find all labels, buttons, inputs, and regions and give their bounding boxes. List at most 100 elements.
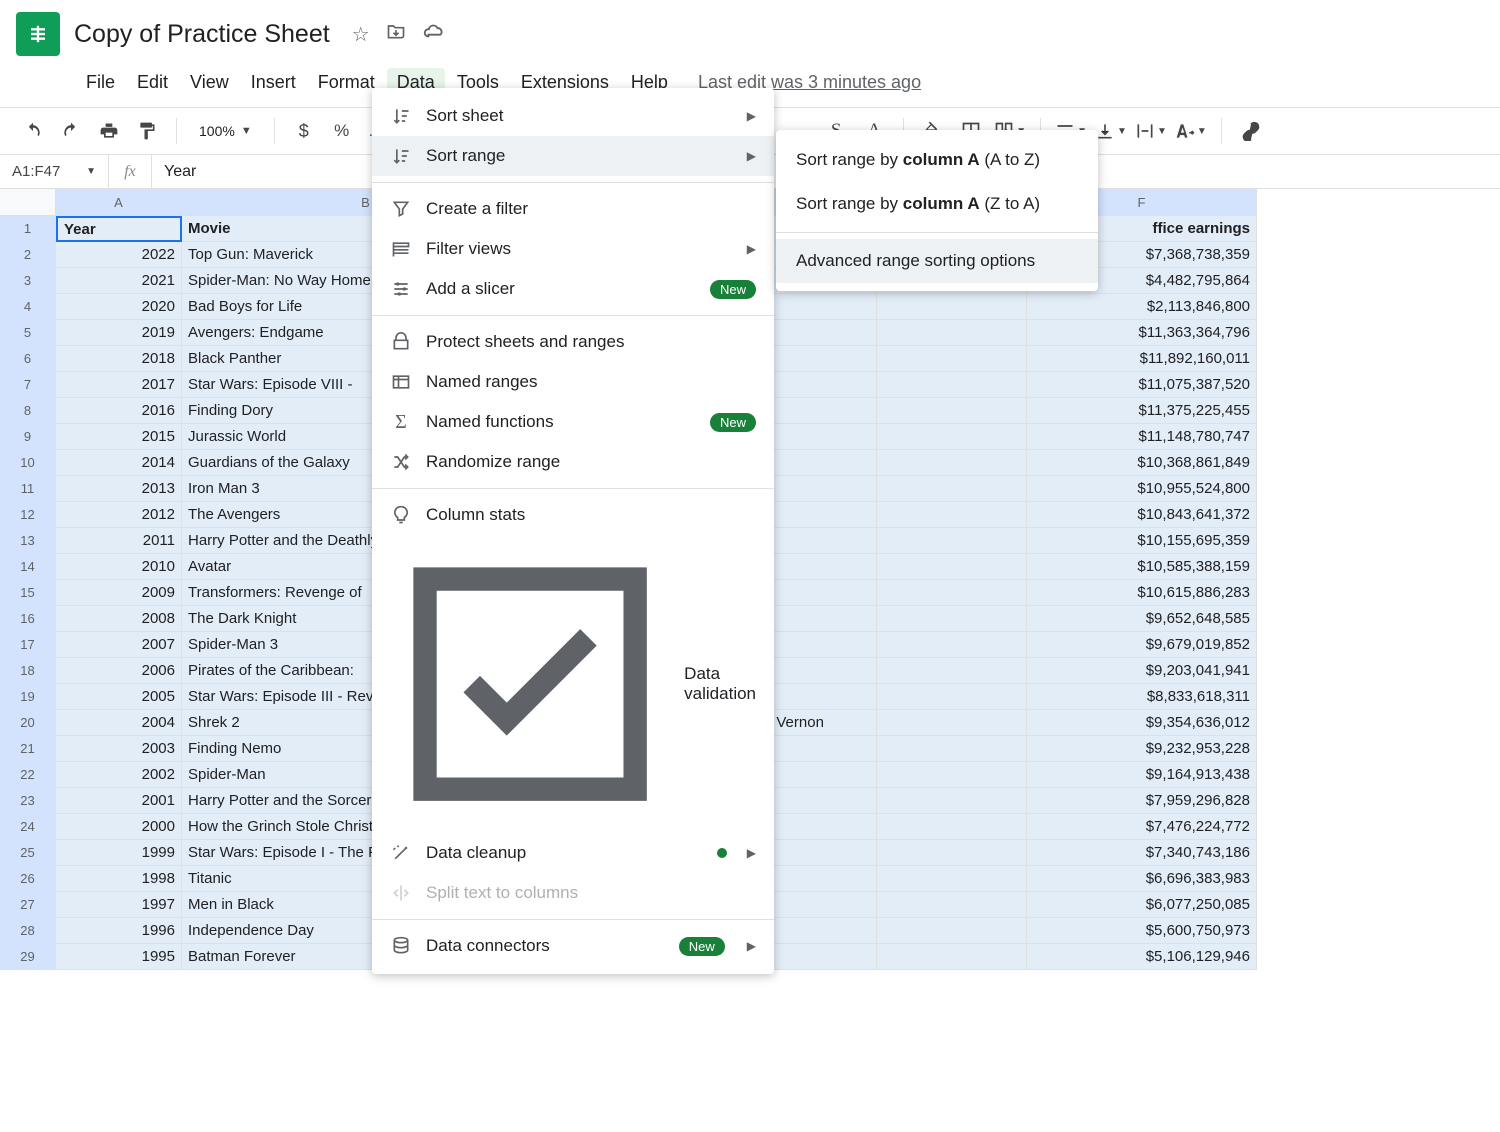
cell[interactable]: 2016: [56, 398, 182, 424]
cell[interactable]: $6,696,383,983: [1027, 866, 1257, 892]
row-header[interactable]: 29: [0, 944, 56, 970]
row-header[interactable]: 23: [0, 788, 56, 814]
cell[interactable]: [877, 892, 1027, 918]
cell[interactable]: [877, 476, 1027, 502]
row-header[interactable]: 25: [0, 840, 56, 866]
cell[interactable]: [877, 710, 1027, 736]
currency-button[interactable]: $: [289, 116, 319, 146]
cell[interactable]: [877, 424, 1027, 450]
row-header[interactable]: 5: [0, 320, 56, 346]
zoom-select[interactable]: 100%▼: [191, 123, 260, 139]
row-header[interactable]: 20: [0, 710, 56, 736]
cell[interactable]: $9,203,041,941: [1027, 658, 1257, 684]
cell[interactable]: 2002: [56, 762, 182, 788]
cell[interactable]: [877, 450, 1027, 476]
cell[interactable]: $9,232,953,228: [1027, 736, 1257, 762]
text-rotation-button[interactable]: ▼: [1175, 116, 1207, 146]
cell[interactable]: $5,106,129,946: [1027, 944, 1257, 970]
row-header[interactable]: 21: [0, 736, 56, 762]
cell[interactable]: $8,833,618,311: [1027, 684, 1257, 710]
cell[interactable]: $7,476,224,772: [1027, 814, 1257, 840]
cell[interactable]: 2007: [56, 632, 182, 658]
doc-title[interactable]: Copy of Practice Sheet: [74, 20, 330, 49]
cell-reference[interactable]: A1:F47▼: [0, 163, 108, 180]
cell[interactable]: [877, 372, 1027, 398]
cell[interactable]: [877, 658, 1027, 684]
cell[interactable]: $7,959,296,828: [1027, 788, 1257, 814]
row-header[interactable]: 2: [0, 242, 56, 268]
menu-sort-sheet[interactable]: Sort sheet ▶: [372, 96, 774, 136]
row-header[interactable]: 12: [0, 502, 56, 528]
cell[interactable]: 1995: [56, 944, 182, 970]
cell[interactable]: 2011: [56, 528, 182, 554]
cell[interactable]: [877, 840, 1027, 866]
cell[interactable]: $11,892,160,011: [1027, 346, 1257, 372]
col-header-A[interactable]: A: [56, 189, 182, 216]
text-wrap-button[interactable]: ▼: [1135, 116, 1167, 146]
row-header[interactable]: 16: [0, 606, 56, 632]
row-header[interactable]: 6: [0, 346, 56, 372]
cell[interactable]: 2008: [56, 606, 182, 632]
cell[interactable]: $10,585,388,159: [1027, 554, 1257, 580]
cell[interactable]: 1997: [56, 892, 182, 918]
undo-button[interactable]: [18, 116, 48, 146]
cell[interactable]: $7,340,743,186: [1027, 840, 1257, 866]
cell[interactable]: $10,368,861,849: [1027, 450, 1257, 476]
row-header[interactable]: 22: [0, 762, 56, 788]
star-icon[interactable]: ☆: [352, 22, 370, 47]
cell[interactable]: [877, 606, 1027, 632]
row-header[interactable]: 26: [0, 866, 56, 892]
paint-format-button[interactable]: [132, 116, 162, 146]
menu-filter-views[interactable]: Filter views ▶: [372, 229, 774, 269]
row-header[interactable]: 27: [0, 892, 56, 918]
cell[interactable]: [877, 788, 1027, 814]
cell[interactable]: [877, 684, 1027, 710]
cell[interactable]: [877, 580, 1027, 606]
row-header[interactable]: 8: [0, 398, 56, 424]
cell[interactable]: 2006: [56, 658, 182, 684]
row-header[interactable]: 7: [0, 372, 56, 398]
cell[interactable]: [877, 502, 1027, 528]
vertical-align-button[interactable]: ▼: [1095, 116, 1127, 146]
menu-create-filter[interactable]: Create a filter: [372, 189, 774, 229]
menu-view[interactable]: View: [180, 68, 239, 97]
cell[interactable]: [877, 294, 1027, 320]
row-header[interactable]: 11: [0, 476, 56, 502]
menu-column-stats[interactable]: Column stats: [372, 495, 774, 535]
cell[interactable]: [877, 398, 1027, 424]
row-header[interactable]: 28: [0, 918, 56, 944]
cell[interactable]: [877, 320, 1027, 346]
select-all-corner[interactable]: [0, 189, 56, 216]
row-header[interactable]: 17: [0, 632, 56, 658]
cell[interactable]: $6,077,250,085: [1027, 892, 1257, 918]
menu-named-functions[interactable]: Σ Named functions New: [372, 402, 774, 442]
row-header[interactable]: 4: [0, 294, 56, 320]
cell[interactable]: $10,955,524,800: [1027, 476, 1257, 502]
cell[interactable]: $10,843,641,372: [1027, 502, 1257, 528]
move-icon[interactable]: [386, 21, 406, 47]
sheets-logo[interactable]: [16, 12, 60, 56]
cell[interactable]: [877, 346, 1027, 372]
cell[interactable]: [877, 528, 1027, 554]
cell[interactable]: 2019: [56, 320, 182, 346]
cell[interactable]: [877, 918, 1027, 944]
cell[interactable]: 2021: [56, 268, 182, 294]
row-header[interactable]: 15: [0, 580, 56, 606]
menu-insert[interactable]: Insert: [241, 68, 306, 97]
cell[interactable]: [877, 762, 1027, 788]
cell[interactable]: $9,354,636,012: [1027, 710, 1257, 736]
cell[interactable]: $9,164,913,438: [1027, 762, 1257, 788]
cell[interactable]: Year: [56, 216, 182, 242]
menu-sort-range[interactable]: Sort range ▶: [372, 136, 774, 176]
advanced-range-sorting[interactable]: Advanced range sorting options: [776, 239, 1098, 283]
cell[interactable]: [877, 554, 1027, 580]
menu-edit[interactable]: Edit: [127, 68, 178, 97]
cell[interactable]: 1996: [56, 918, 182, 944]
cell[interactable]: 2010: [56, 554, 182, 580]
redo-button[interactable]: [56, 116, 86, 146]
cell[interactable]: 2004: [56, 710, 182, 736]
cloud-icon[interactable]: [422, 20, 444, 48]
cell[interactable]: $5,600,750,973: [1027, 918, 1257, 944]
cell[interactable]: 2001: [56, 788, 182, 814]
row-header[interactable]: 19: [0, 684, 56, 710]
